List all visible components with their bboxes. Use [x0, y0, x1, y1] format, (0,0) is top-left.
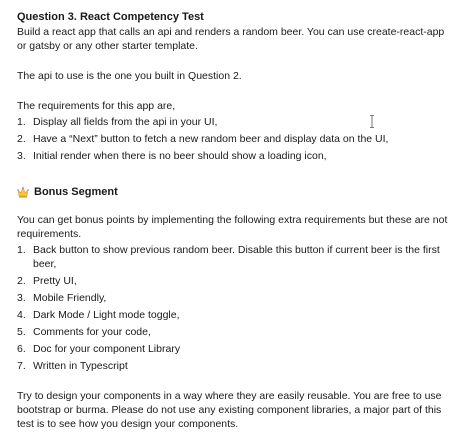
question-title: Question 3. React Competency Test	[17, 11, 204, 23]
list-item: 3. Mobile Friendly,	[17, 292, 107, 304]
bonus-list: 1. Back button to show previous random b…	[17, 243, 451, 373]
requirements-list: 1. Display all fields from the api in yo…	[17, 115, 451, 163]
list-item: 5. Comments for your code,	[17, 326, 151, 338]
bonus-intro: You can get bonus points by implementing…	[17, 214, 448, 240]
list-item: 7. Written in Typescript	[17, 360, 128, 372]
list-item: 2. Have a “Next” button to fetch a new r…	[17, 133, 389, 145]
intro-paragraph: Build a react app that calls an api and …	[17, 26, 445, 52]
crown-icon	[17, 186, 29, 198]
bonus-item-text: Pretty UI,	[33, 275, 77, 287]
api-note: The api to use is the one you built in Q…	[17, 70, 242, 82]
bonus-item-text: Mobile Friendly,	[33, 292, 107, 304]
bonus-item-text: Back button to show previous random beer…	[33, 244, 440, 270]
requirement-text: Display all fields from the api in your …	[33, 116, 218, 128]
list-item: 6. Doc for your component Library	[17, 343, 181, 355]
list-item: 1. Display all fields from the api in yo…	[17, 116, 218, 128]
requirements-intro: The requirements for this app are,	[17, 100, 176, 112]
bonus-item-text: Written in Typescript	[33, 360, 128, 372]
list-item: 4. Dark Mode / Light mode toggle,	[17, 309, 180, 321]
document-page: Question 3. React Competency Test Build …	[0, 0, 467, 436]
list-item: 2. Pretty UI,	[17, 275, 77, 287]
bonus-item-text: Doc for your component Library	[33, 343, 181, 355]
bonus-item-text: Dark Mode / Light mode toggle,	[33, 309, 180, 321]
list-item: 1. Back button to show previous random b…	[17, 243, 451, 271]
list-item: 3. Initial render when there is no beer …	[17, 150, 327, 162]
text-cursor-icon	[370, 115, 374, 128]
requirement-text: Have a “Next” button to fetch a new rand…	[33, 133, 389, 145]
requirement-text: Initial render when there is no beer sho…	[33, 150, 327, 162]
closing-paragraph: Try to design your components in a way w…	[17, 390, 442, 430]
bonus-title: Bonus Segment	[34, 186, 118, 198]
bonus-heading: Bonus Segment	[17, 185, 451, 199]
bonus-item-text: Comments for your code,	[33, 326, 151, 338]
